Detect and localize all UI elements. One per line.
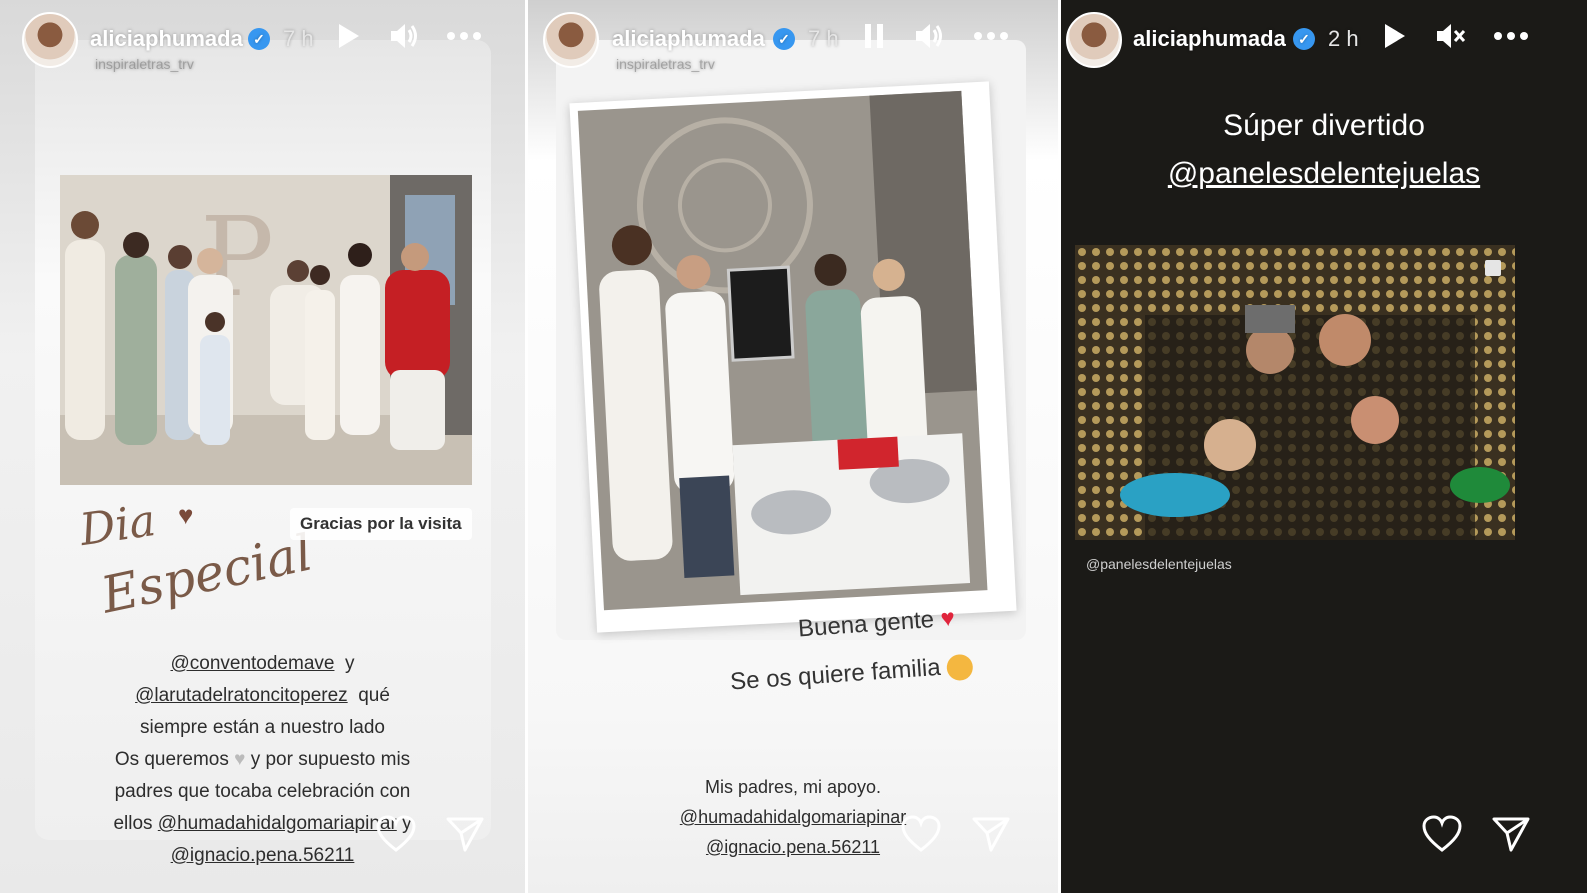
mention-link[interactable]: @ignacio.pena.56211 [706,837,880,857]
send-icon[interactable] [1491,815,1531,863]
avatar[interactable] [543,12,599,68]
post-time: 2 h [1328,26,1359,51]
caption-text: y [345,653,355,674]
caption-text: siempre están a nuestro lado [139,717,386,738]
like-heart-icon[interactable] [900,815,942,863]
story-panel-3[interactable]: aliciaphumada ✓ 2 h Súper divertido @pan… [1061,0,1587,893]
verified-badge-icon: ✓ [773,28,795,50]
send-icon[interactable] [971,815,1011,863]
verified-badge-icon: ✓ [1293,28,1315,50]
post-time: 7 h [283,26,314,51]
like-heart-icon[interactable] [375,815,417,863]
play-icon[interactable] [335,22,361,57]
caption-text: y por supuesto mis [250,749,411,770]
muted-icon[interactable] [1434,22,1466,57]
post-time: 7 h [808,26,839,51]
play-icon[interactable] [1381,22,1407,57]
mention-link[interactable]: @conventodemave [170,653,334,674]
story-title: Súper divertido [1223,109,1425,142]
send-icon[interactable] [445,815,485,863]
mention-link[interactable]: @humadahidalgomariapinar [158,813,397,834]
caption-text: qué [358,685,390,706]
mention-link[interactable]: @larutadelratoncitoperez [135,685,348,706]
overlay-text: Se os quiere familia [729,653,942,696]
red-heart-icon: ♥ [939,604,956,633]
gracias-sticker: Gracias por la visita [290,508,472,540]
username[interactable]: aliciaphumada [612,26,765,52]
more-options-icon[interactable] [1492,22,1530,57]
caption-text: Os queremos [114,749,229,770]
sticker-username: inspiraletras_trv [95,56,194,72]
caption-text: padres que tocaba celebración con [114,781,411,802]
caption-text: Mis padres, mi apoyo. [704,777,882,797]
username[interactable]: aliciaphumada [90,26,243,52]
caption-text: ellos [113,813,153,834]
script-title-line1: Dia [76,494,159,557]
avatar[interactable] [22,12,78,68]
smiling-face-hearts-icon [946,653,975,681]
gracias-text: Gracias por la visita [300,514,462,533]
more-options-icon[interactable] [445,22,483,57]
overlay-text-line2: Se os quiere familia [729,652,975,697]
volume-on-icon[interactable] [913,22,945,57]
mention-link[interactable]: @humadahidalgomariapinar [680,807,906,827]
mention-link[interactable]: @ignacio.pena.56211 [171,845,355,866]
mention-link[interactable]: @panelesdelentejuelas [1168,157,1480,190]
sticker-username: inspiraletras_trv [616,56,715,72]
username[interactable]: aliciaphumada [1133,26,1286,52]
more-options-icon[interactable] [972,22,1010,57]
story-panel-2[interactable]: aliciaphumada ✓ 7 h inspiraletras_trv Bu… [528,0,1058,893]
story-header: aliciaphumada ✓ 7 h inspiraletras_trv [0,12,525,72]
volume-on-icon[interactable] [388,22,420,57]
story-header: aliciaphumada ✓ 2 h [1061,12,1587,72]
photobooth-photo [1075,245,1515,540]
story-panel-1[interactable]: aliciaphumada ✓ 7 h inspiraletras_trv P [0,0,525,893]
story-title-block: Súper divertido @panelesdelentejuelas [1061,102,1587,198]
group-photo: P [60,175,472,485]
like-heart-icon[interactable] [1421,815,1463,863]
verified-badge-icon: ✓ [248,28,270,50]
pause-icon[interactable] [863,22,885,57]
white-heart-icon: ♥ [234,749,246,770]
photo-tag[interactable]: @panelesdelentejuelas [1086,556,1232,572]
heart-icon: ♥ [178,500,194,530]
story-header: aliciaphumada ✓ 7 h inspiraletras_trv [528,12,1058,72]
polaroid-photo [569,81,1017,633]
avatar[interactable] [1066,12,1122,68]
